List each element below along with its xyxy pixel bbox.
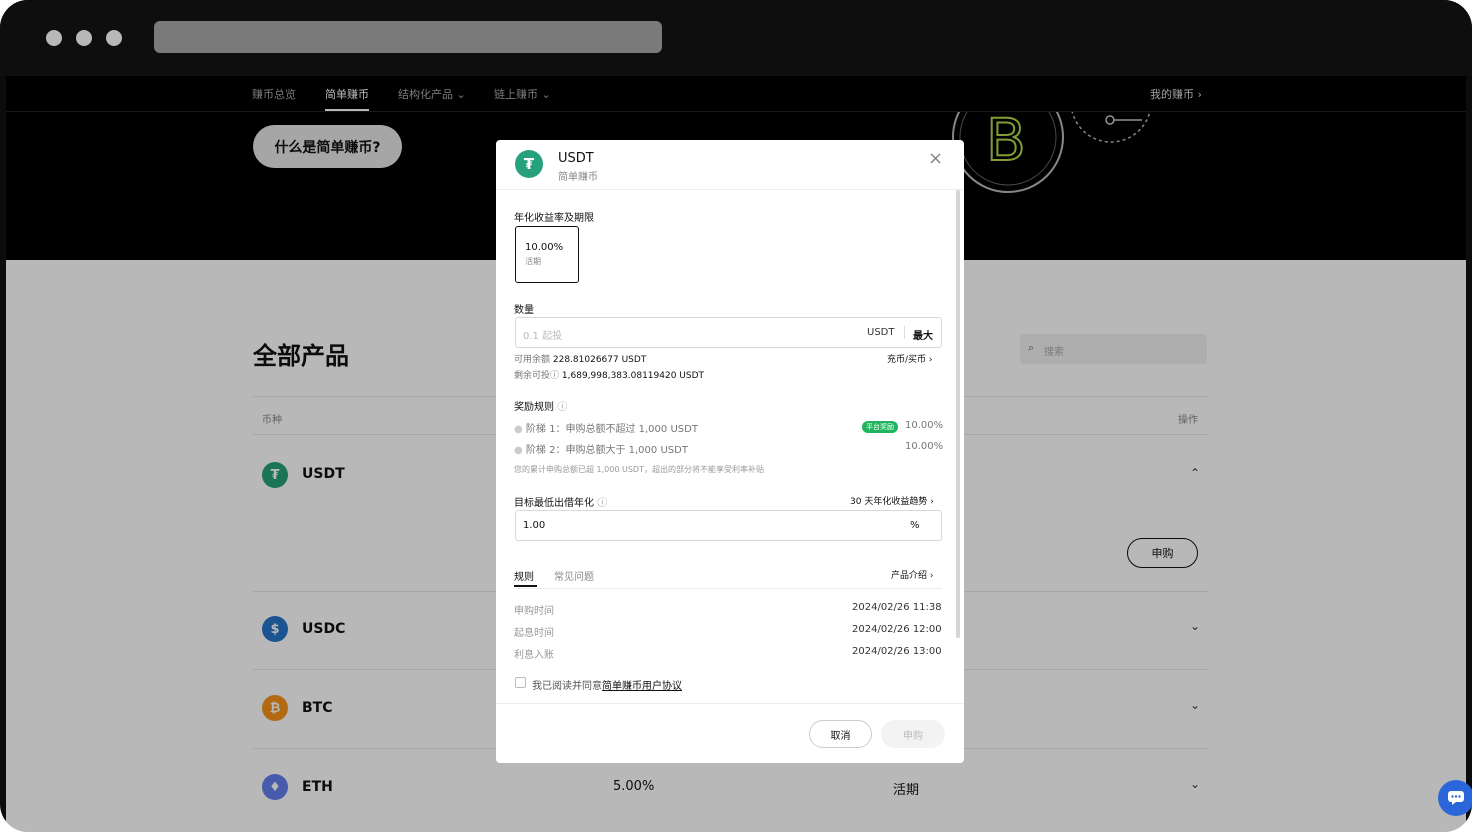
time-value: 2024/02/26 12:00 — [852, 624, 942, 635]
window-frame: 赚币总览 简单赚币 结构化产品 ⌄ 链上赚币 ⌄ 我的赚币 › 什么是简单赚币?… — [0, 0, 1472, 832]
modal-subtitle: 简单赚币 — [558, 172, 598, 183]
min-apy-value: 1.00 — [523, 520, 546, 531]
apy-term: 活期 — [525, 257, 541, 266]
platform-reward-badge: 平台奖励 — [862, 421, 898, 433]
apy-trend-link[interactable]: 30 天年化收益趋势 › — [850, 494, 934, 507]
modal-coin-name: USDT — [558, 151, 594, 166]
quantity-placeholder: 0.1 起投 — [523, 331, 563, 342]
agree-checkbox[interactable] — [515, 677, 526, 688]
separator — [904, 326, 905, 339]
reward-rules-label: 奖励规则 ⓘ — [514, 402, 568, 413]
time-value: 2024/02/26 11:38 — [852, 602, 942, 613]
tab-rules[interactable]: 规则 — [514, 568, 534, 583]
min-apy-label: 目标最低出借年化 ⓘ — [514, 498, 608, 509]
cancel-button[interactable]: 取消 — [809, 720, 872, 748]
divider — [514, 588, 942, 589]
max-button[interactable]: 最大 — [913, 327, 933, 342]
modal-footer: 取消 申购 — [496, 703, 964, 763]
apy-option-card[interactable]: 10.00% 活期 — [515, 226, 579, 283]
deposit-link[interactable]: 充币/买币 › — [887, 352, 933, 365]
percent-unit: % — [910, 520, 920, 531]
modal-scrollbar[interactable] — [956, 190, 960, 638]
user-agreement-link[interactable]: 简单赚币用户协议 — [602, 681, 682, 692]
tier-note: 您的累计申购总额已超 1,000 USDT，超出的部分将不能享受利率补贴 — [514, 465, 764, 474]
time-label: 利息入账 — [514, 650, 554, 661]
apy-label: 年化收益率及期限 — [514, 213, 594, 224]
time-value: 2024/02/26 13:00 — [852, 646, 942, 657]
remaining-quota: 剩余可投ⓘ 1,689,998,383.08119420 USDT — [514, 371, 705, 381]
quantity-input[interactable]: 0.1 起投 USDT 最大 — [515, 317, 942, 348]
submit-button[interactable]: 申购 — [881, 720, 945, 748]
quantity-label: 数量 — [514, 305, 534, 316]
available-balance: 可用余额 228.81026677 USDT — [514, 355, 647, 365]
agree-text: 我已阅读并同意简单赚币用户协议 — [532, 681, 682, 692]
product-intro-link[interactable]: 产品介绍 › — [891, 568, 933, 581]
tab-faq[interactable]: 常见问题 — [554, 568, 594, 583]
chat-icon — [1448, 791, 1464, 805]
time-label: 申购时间 — [514, 606, 554, 617]
tier-1-rate: 10.00% — [905, 420, 944, 431]
usdt-icon: ₮ — [515, 150, 543, 178]
chat-support-button[interactable] — [1438, 780, 1472, 816]
help-icon: ⓘ — [557, 402, 568, 413]
close-icon[interactable]: × — [928, 148, 943, 169]
time-label: 起息时间 — [514, 628, 554, 639]
tier-2: ● 阶梯 2：申购总额大于 1,000 USDT — [514, 445, 688, 456]
modal-header: ₮ USDT 简单赚币 × — [496, 140, 964, 190]
active-tab-indicator — [514, 585, 537, 587]
quantity-unit: USDT — [867, 327, 895, 338]
help-icon: ⓘ — [597, 498, 608, 509]
tier-1: ● 阶梯 1：申购总额不超过 1,000 USDT — [514, 424, 698, 435]
apy-value: 10.00% — [525, 242, 564, 253]
info-icon: ⓘ — [550, 371, 560, 381]
subscribe-modal: ₮ USDT 简单赚币 × 年化收益率及期限 10.00% 活期 数量 0.1 … — [496, 140, 964, 763]
min-apy-input[interactable]: 1.00 % — [515, 510, 942, 541]
tier-2-rate: 10.00% — [905, 441, 944, 452]
modal-body: 年化收益率及期限 10.00% 活期 数量 0.1 起投 USDT 最大 可用余… — [514, 190, 944, 703]
